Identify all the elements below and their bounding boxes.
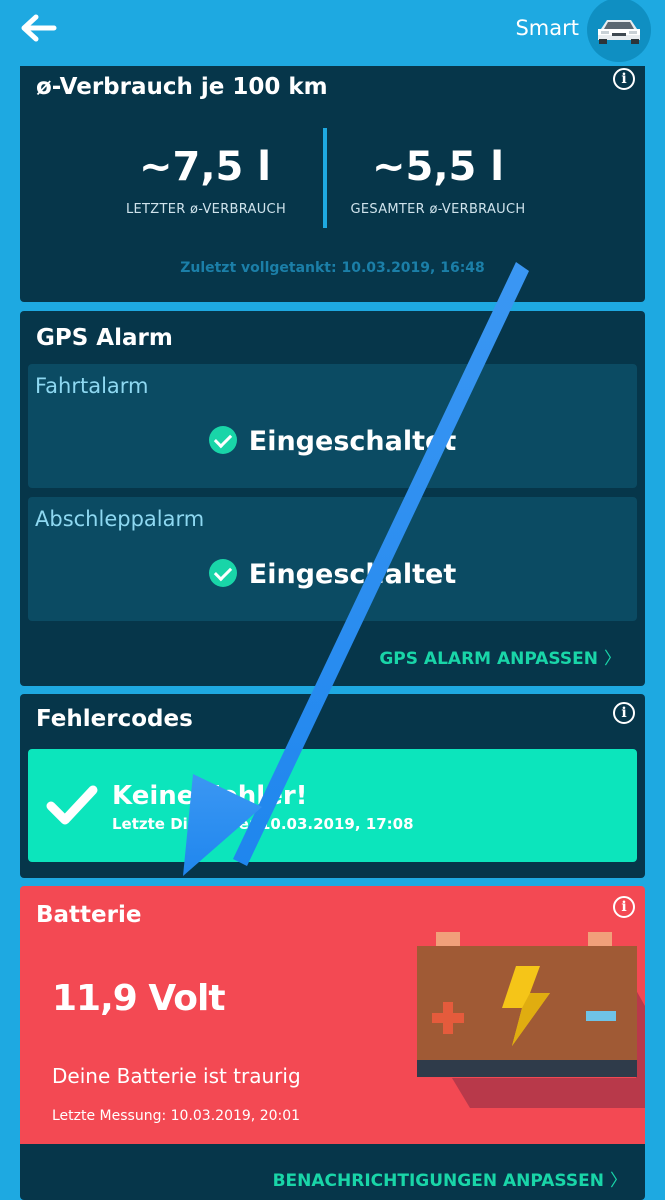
vehicle-avatar[interactable] (587, 0, 651, 62)
chevron-right-icon: 〉 (610, 1171, 627, 1191)
gps-alarm-settings-link[interactable]: GPS ALARM ANPASSEN 〉 (379, 644, 621, 669)
battery-icon (417, 932, 645, 1108)
info-icon[interactable]: i (613, 68, 635, 90)
gps-alarm-card: GPS Alarm Fahrtalarm Eingeschaltet Absch… (20, 311, 645, 686)
fault-codes-card: Fehlercodes i Keine Fehler! Letzte Diagn… (20, 694, 645, 878)
check-circle-icon (208, 425, 237, 454)
battery-card: Batterie i 11,9 Volt Deine Batterie ist … (20, 886, 645, 1200)
notification-settings-label: BENACHRICHTIGUNGEN ANPASSEN (272, 1171, 604, 1191)
drive-alarm-box[interactable]: Fahrtalarm Eingeschaltet (28, 364, 637, 488)
gps-alarm-settings-label: GPS ALARM ANPASSEN (379, 649, 598, 669)
tow-alarm-status: Eingeschaltet (28, 558, 637, 590)
drive-alarm-title: Fahrtalarm (35, 374, 149, 398)
last-consumption-value: ~7,5 l (138, 144, 271, 190)
info-icon[interactable]: i (613, 702, 635, 724)
total-consumption-value: ~5,5 l (371, 144, 504, 190)
tow-alarm-title: Abschleppalarm (35, 507, 205, 531)
tow-alarm-box[interactable]: Abschleppalarm Eingeschaltet (28, 497, 637, 621)
battery-alert-panel[interactable]: Batterie i 11,9 Volt Deine Batterie ist … (20, 886, 645, 1144)
car-icon (598, 20, 640, 44)
fault-status-title: Keine Fehler! (112, 781, 308, 811)
gps-alarm-title: GPS Alarm (36, 325, 173, 351)
chevron-right-icon: 〉 (604, 649, 621, 669)
checkmark-icon (46, 785, 98, 825)
consumption-title: ø-Verbrauch je 100 km (36, 74, 328, 100)
battery-title: Batterie (36, 902, 142, 928)
check-circle-icon (208, 558, 237, 587)
back-button[interactable] (18, 8, 66, 50)
fault-status-box[interactable]: Keine Fehler! Letzte Diagnose: 10.03.201… (28, 749, 637, 862)
drive-alarm-status-text: Eingeschaltet (248, 426, 457, 457)
fault-codes-title: Fehlercodes (36, 706, 193, 732)
arrow-left-icon (21, 14, 57, 42)
consumption-card: ø-Verbrauch je 100 km i ~7,5 l LETZTER ø… (20, 66, 645, 302)
battery-last-measure: Letzte Messung: 10.03.2019, 20:01 (52, 1108, 301, 1124)
total-consumption-label: GESAMTER ø-VERBRAUCH (350, 202, 526, 217)
battery-voltage: 11,9 Volt (52, 978, 226, 1019)
last-refuel-text: Zuletzt vollgetankt: 10.03.2019, 16:48 (180, 260, 485, 276)
last-consumption-label: LETZTER ø-VERBRAUCH (125, 202, 287, 217)
app-header: Smart (0, 0, 665, 68)
notification-settings-link[interactable]: BENACHRICHTIGUNGEN ANPASSEN 〉 (273, 1166, 627, 1191)
info-icon[interactable]: i (613, 896, 635, 918)
tow-alarm-status-text: Eingeschaltet (248, 559, 457, 590)
drive-alarm-status: Eingeschaltet (28, 425, 637, 457)
battery-message: Deine Batterie ist traurig (52, 1064, 301, 1088)
last-diagnosis-text: Letzte Diagnose: 10.03.2019, 17:08 (112, 815, 414, 833)
divider (323, 128, 327, 228)
battery-footer: BENACHRICHTIGUNGEN ANPASSEN 〉 (20, 1144, 645, 1200)
vehicle-name[interactable]: Smart (515, 16, 579, 40)
